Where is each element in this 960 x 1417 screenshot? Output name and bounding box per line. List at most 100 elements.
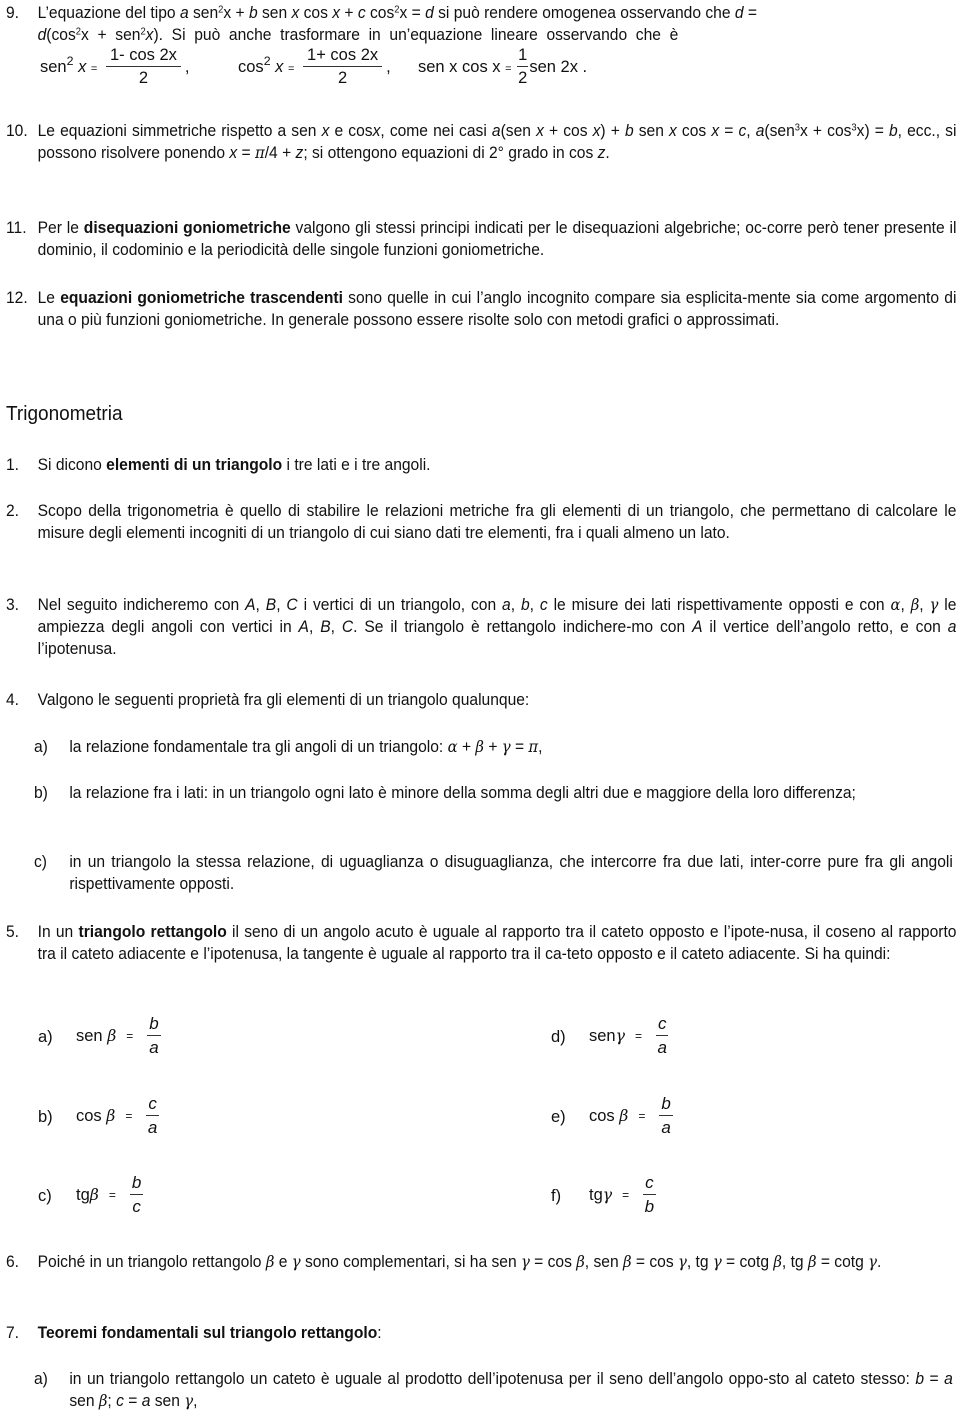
text: . [877,1252,882,1271]
equals-sign: = [505,62,512,75]
var: b [888,121,898,140]
var: x [229,143,238,162]
item-number: 3. [6,595,20,614]
text: Le equazioni simmetriche rispetto a sen [37,121,322,140]
text: ). Si può anche trasformare in un’equazi… [153,25,679,44]
gamma-symbol: γ [501,737,511,756]
item-number: 1. [6,455,20,474]
numerator: b [129,1173,144,1195]
numerator: c [146,1094,159,1116]
text: si può rendere omogenea osservando che [433,3,735,22]
sub-body: la relazione fondamentale tra gli angoli… [69,736,953,758]
formula-rhs: sen 2x . [529,57,588,76]
ratio-letter: a) [38,1028,53,1046]
text: le misure dei lati rispettivamente oppos… [547,595,891,614]
item-number: 6. [6,1252,20,1271]
denominator: c [132,1197,141,1216]
exponent: 2 [66,53,74,68]
item-number: 2. [6,501,20,520]
var: A [298,617,309,636]
numerator: 1- cos 2x [105,46,181,67]
equals-sign: = [126,1029,134,1043]
trig-item-4c: c) in un triangolo la stessa relazione, … [34,851,953,895]
var: z [295,143,304,162]
beta-symbol: β [475,737,484,756]
item-11: 11. Per le disequazioni goniometriche va… [6,217,956,261]
text: = [924,1369,945,1388]
text: + [457,737,476,756]
var-x: x [78,57,87,76]
denominator: a [147,1118,158,1137]
formula-cos-squared: cos2 x = 1+ cos 2x 2, [238,46,391,88]
text: e [274,1252,292,1271]
text: la relazione fondamentale tra gli angoli… [69,737,448,756]
text: ; si ottengono equazioni di 2° grado in … [303,143,598,162]
fraction: cb [643,1173,656,1217]
item-body: Per le disequazioni goniometriche valgon… [38,217,957,261]
var: c [116,1391,124,1410]
fraction: ca [655,1014,669,1058]
var: b [624,121,634,140]
item-12: 12. Le equazioni goniometriche trascende… [6,287,956,331]
text: , [193,1391,198,1410]
text: x + sen [81,25,141,44]
gamma-symbol: γ [677,1252,687,1271]
item-body: Si dicono elementi di un triangolo i tre… [38,454,957,476]
trig-item-5: 5. In un triangolo rettangolo il seno di… [6,921,956,965]
fn-name: cos [238,57,264,76]
bold-term: triangolo rettangolo [78,922,227,941]
text: : [377,1323,382,1342]
ratio-expression: tgγ = c b [589,1173,660,1217]
pi-symbol: π [254,143,265,162]
fn-name: tgβ [76,1185,99,1205]
equals-sign: = [638,1109,646,1123]
text: l’ipotenusa. [37,639,117,658]
text: = [123,1391,142,1410]
beta-symbol: β [807,1252,817,1271]
text: + [340,3,358,22]
beta-symbol: β [910,595,920,614]
text: ) + [600,121,625,140]
item-body: Nel seguito indicheremo con A, B, C i ve… [38,594,957,660]
var: z [597,143,606,162]
gamma-symbol: γ [291,1252,301,1271]
var: B [320,617,331,636]
text: , [538,737,543,756]
text: , [746,121,756,140]
text: sen [150,1391,185,1410]
var: c [738,121,747,140]
fn-name: tgγ [589,1185,612,1205]
numerator: b [147,1014,161,1036]
gamma-symbol: γ [868,1252,878,1271]
beta-symbol: β [619,1106,629,1125]
var: C [286,595,298,614]
text: Nel seguito indicheremo con [37,595,246,614]
ratio-letter: b) [38,1108,53,1126]
fn-label: cos [76,1107,102,1125]
var: a [944,1369,953,1388]
text: = [237,143,255,162]
item-10: 10. Le equazioni simmetriche rispetto a … [6,120,956,164]
item-number: 9. [6,3,20,22]
var-d: d [425,3,434,22]
item-body: In un triangolo rettangolo il seno di un… [38,921,957,965]
gamma-symbol: γ [602,1185,613,1204]
text: = [719,121,739,140]
numerator: 1+ cos 2x [303,46,383,67]
exponent: 2 [263,53,271,68]
equals-sign: = [90,62,98,75]
text: sen [633,121,670,140]
fraction: bc [129,1173,144,1217]
text: Si dicono [37,455,107,474]
fraction: ca [146,1094,159,1138]
fraction: 12 [517,46,529,88]
fraction: ba [147,1014,161,1058]
text: , [308,617,321,636]
fraction: ba [659,1094,673,1138]
ratio-expression: sen β = b a [76,1014,165,1058]
bold-term: equazioni goniometriche trascendenti [60,288,343,307]
var: x [711,121,720,140]
fraction: 1- cos 2x 2 [105,46,181,88]
var: x [321,121,330,140]
item-body: Le equazioni simmetriche rispetto a sen … [38,120,957,164]
